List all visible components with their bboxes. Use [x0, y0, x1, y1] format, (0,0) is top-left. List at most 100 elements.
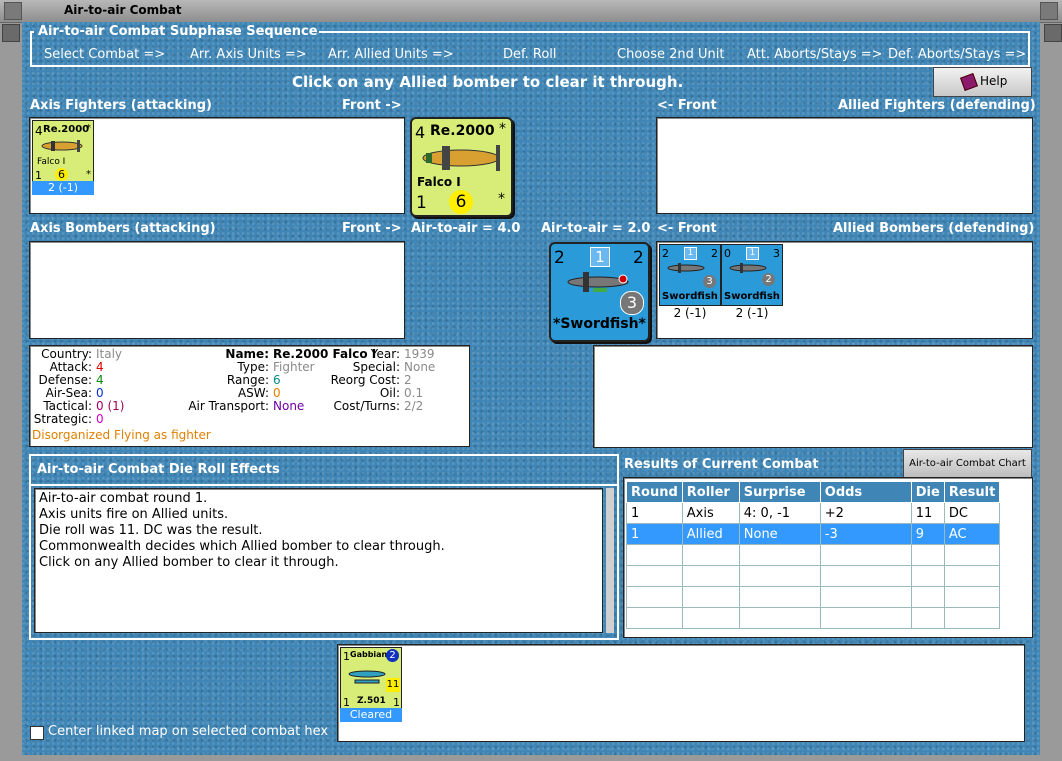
bomber2-range: 2 — [762, 273, 775, 286]
bomber1-airsea: 1 — [684, 247, 697, 260]
cost-label: Cost/Turns: — [333, 399, 400, 413]
axis-fighters-label: Axis Fighters (attacking) — [30, 98, 212, 113]
fighter-plane-icon — [39, 139, 85, 153]
flying-text: Flying as fighter — [113, 428, 211, 442]
table-row[interactable]: 1 Axis 4: 0, -1 +2 11 DC — [626, 502, 1001, 524]
main-panel: Air-to-air Combat Subphase Sequence Sele… — [22, 22, 1040, 755]
table-row-empty — [626, 565, 1001, 587]
unit-right-labels: Year: Special: Reorg Cost: Oil: Cost/Tur… — [320, 348, 400, 413]
large-counter-name: Re.2000 — [430, 123, 495, 139]
bomber1-range: 3 — [703, 275, 716, 288]
axis-fighters-box[interactable]: 4 Re.2000 * Falco I 1 6 * 2 (-1) — [29, 117, 405, 214]
right-frame-button[interactable] — [1044, 24, 1062, 42]
large-counter-subname: Falco I — [417, 175, 461, 189]
bomber1-defense: 2 — [711, 247, 718, 260]
bomber-plane-icon — [728, 261, 768, 275]
counter-star2: * — [86, 169, 91, 180]
large-counter-tactical: 1 — [416, 193, 427, 213]
cell: +2 — [819, 502, 912, 524]
cleared-airsea: 2 — [386, 649, 399, 662]
cell: 4: 0, -1 — [738, 502, 821, 524]
axis-bombers-box[interactable] — [29, 241, 405, 339]
allied-bombers-box[interactable]: 2 1 2 3 Swordfish 2 (-1) 0 1 3 2 Swordfi… — [656, 241, 1033, 339]
die-effects-title: Air-to-air Combat Die Roll Effects — [37, 462, 280, 477]
cleared-unit-counter[interactable]: 1 Gabbiano 2 11 1 Z.501 1 — [340, 647, 402, 711]
window-menu-icon[interactable] — [4, 2, 22, 20]
counter-star: * — [86, 123, 91, 134]
unit-stat-values: Italy 4 4 0 0 (1) 0 — [96, 348, 124, 426]
allied-bombers-label: Allied Bombers (defending) — [833, 221, 1035, 236]
bomber2-strength: 2 (-1) — [735, 306, 769, 320]
unit-middle-labels: Name: Type: Range: ASW: Air Transport: — [145, 348, 269, 413]
results-table: Round Roller Surprise Odds Die Result 1 … — [626, 481, 1001, 629]
axis-front-label-1: Front -> — [342, 98, 402, 113]
combat-chart-button[interactable]: Air-to-air Combat Chart — [903, 449, 1032, 479]
strategic-value: 0 — [96, 412, 104, 426]
fighter-plane-icon-large — [418, 143, 504, 173]
allied-bomber-counter-2[interactable]: 0 1 3 2 Swordfish — [721, 244, 783, 306]
allied-front-label-2: <- Front — [657, 221, 717, 236]
axis-fighter-strength: 2 (-1) — [32, 181, 94, 195]
axis-air-to-air-label: Air-to-air = 4.0 — [411, 221, 521, 236]
allied-bomber-counter-large[interactable]: 2 1 2 3 *Swordfish* — [549, 242, 650, 342]
seq-arr-allied: Arr. Allied Units => — [328, 47, 454, 62]
cell: 1 — [626, 523, 683, 545]
seq-att-aborts: Att. Aborts/Stays => — [747, 47, 883, 62]
bomber2-airsea: 1 — [746, 247, 759, 260]
allied-unit-info-panel — [593, 345, 1033, 448]
table-row-empty — [626, 586, 1001, 608]
cell: 11 — [910, 502, 945, 524]
help-button[interactable]: Help — [933, 67, 1032, 97]
allied-fighters-label: Allied Fighters (defending) — [838, 98, 1036, 113]
allied-front-label-1: <- Front — [657, 98, 717, 113]
cleared-status: Cleared — [340, 708, 402, 722]
effect-line: Air-to-air combat round 1. — [39, 491, 208, 506]
counter-attack: 4 — [35, 124, 43, 138]
cell: 9 — [910, 523, 945, 545]
counter-subname: Falco I — [37, 157, 66, 167]
table-row-selected[interactable]: 1 Allied None -3 9 AC — [626, 523, 1001, 545]
die-effects-header: Air-to-air Combat Die Roll Effects — [31, 456, 617, 486]
large-counter-star2: * — [498, 191, 505, 207]
seq-choose-2nd: Choose 2nd Unit — [617, 47, 725, 62]
counter-range: 6 — [55, 168, 68, 181]
title-bar[interactable]: Air-to-air Combat — [0, 0, 1062, 23]
allied-fighters-box[interactable] — [656, 117, 1033, 214]
window-title: Air-to-air Combat — [64, 3, 182, 17]
large-counter-attack: 4 — [415, 123, 426, 142]
col-result: Result — [943, 481, 1001, 503]
bomber1-strength: 2 (-1) — [673, 306, 707, 320]
seq-def-aborts: Def. Aborts/Stays => — [888, 47, 1027, 62]
cell: Allied — [681, 523, 740, 545]
results-table-panel: Round Roller Surprise Odds Die Result 1 … — [623, 477, 1033, 638]
effect-line: Die roll was 11. DC was the result. — [39, 523, 263, 538]
help-label: Help — [980, 74, 1008, 88]
fieldset-top-right — [319, 31, 1028, 33]
close-icon[interactable] — [1040, 2, 1058, 20]
seaplane-icon — [347, 666, 387, 686]
large-bomber-attack: 2 — [554, 248, 565, 268]
center-map-checkbox[interactable] — [30, 726, 44, 740]
bomber-plane-icon — [666, 261, 706, 275]
large-counter-star: * — [499, 121, 506, 137]
large-bomber-range: 3 — [620, 291, 644, 315]
left-frame-button[interactable] — [2, 24, 20, 42]
die-effects-textbox[interactable]: Air-to-air combat round 1. Axis units fi… — [34, 488, 603, 633]
col-round: Round — [626, 481, 683, 503]
air-transport-label: Air Transport: — [188, 399, 269, 413]
col-surprise: Surprise — [738, 481, 821, 503]
allied-bomber-counter-1[interactable]: 2 1 2 3 Swordfish — [659, 244, 721, 306]
cost-value: 2/2 — [404, 399, 424, 413]
unit-right-values: 1939 None 2 0.1 2/2 — [404, 348, 435, 413]
seq-select-combat: Select Combat => — [44, 47, 166, 62]
axis-fighter-counter-large[interactable]: 4 Re.2000 * Falco I 1 6 * — [410, 117, 513, 217]
instruction-text: Click on any Allied bomber to clear it t… — [292, 73, 684, 91]
large-counter-range: 6 — [449, 190, 473, 214]
cleared-units-box[interactable]: 1 Gabbiano 2 11 1 Z.501 1 Cleared — [337, 644, 1025, 742]
large-bomber-defense: 2 — [633, 248, 644, 268]
cell: AC — [943, 523, 1001, 545]
effects-scrollbar[interactable] — [606, 488, 614, 633]
effect-line: Click on any Allied bomber to clear it t… — [39, 555, 339, 570]
axis-fighter-counter-small[interactable]: 4 Re.2000 * Falco I 1 6 * — [32, 120, 94, 184]
cell: 1 — [626, 502, 683, 524]
